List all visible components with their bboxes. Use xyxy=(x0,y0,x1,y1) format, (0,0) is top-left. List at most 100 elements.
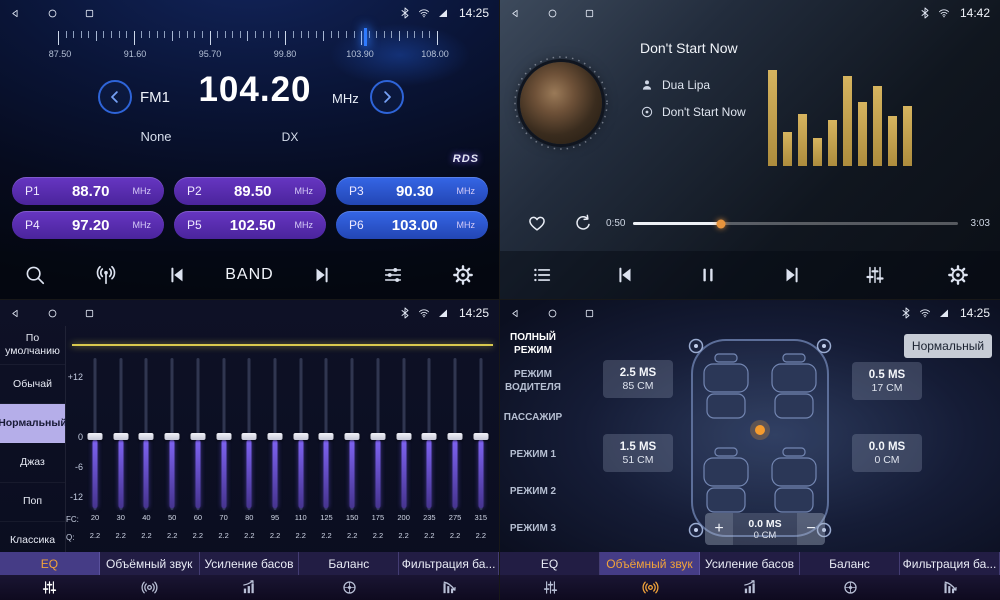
eq-sliders-icon[interactable] xyxy=(852,256,898,294)
preset-p5[interactable]: P5 102.50 MHz xyxy=(174,211,326,239)
mode-1[interactable]: РЕЖИМ 1 xyxy=(500,437,566,474)
pause-icon[interactable] xyxy=(685,256,731,294)
delay-rear-right[interactable]: 0.0 MS 0 CM xyxy=(852,434,922,472)
delay-front-left[interactable]: 2.5 MS 85 CM xyxy=(603,360,673,398)
preset-p3[interactable]: P3 90.30 MHz xyxy=(336,177,488,205)
filter-icon[interactable] xyxy=(399,575,499,600)
eq-icon[interactable] xyxy=(500,575,600,600)
preset-p4[interactable]: P4 97.20 MHz xyxy=(12,211,164,239)
eq-band-slider[interactable] xyxy=(86,358,104,510)
eq-preset-custom[interactable]: Обычай xyxy=(0,365,65,404)
eq-icon[interactable] xyxy=(0,575,100,600)
balance-icon[interactable] xyxy=(800,575,900,600)
eq-band-slider[interactable] xyxy=(317,358,335,510)
gear-icon[interactable] xyxy=(440,256,486,294)
eq-band-slider[interactable] xyxy=(395,358,413,510)
eq-band-slider[interactable] xyxy=(240,358,258,510)
prev-icon[interactable] xyxy=(154,256,200,294)
eq-fc-value: 20 xyxy=(86,513,104,522)
eq-band-slider[interactable] xyxy=(343,358,361,510)
tab-balance[interactable]: Баланс xyxy=(299,552,399,575)
back-icon[interactable] xyxy=(510,8,521,19)
tab-surround[interactable]: Объёмный звук xyxy=(600,552,700,575)
tab-surround[interactable]: Объёмный звук xyxy=(100,552,200,575)
progress-knob[interactable] xyxy=(716,219,725,228)
tab-balance[interactable]: Баланс xyxy=(800,552,900,575)
mode-2[interactable]: РЕЖИМ 2 xyxy=(500,474,566,511)
bass-boost-icon[interactable] xyxy=(200,575,300,600)
eq-preset-pop[interactable]: Поп xyxy=(0,483,65,522)
eq-preset-default[interactable]: По умолчанию xyxy=(0,326,65,365)
eq-band-slider[interactable] xyxy=(446,358,464,510)
eq-q-value: 2.2 xyxy=(317,531,335,540)
bluetooth-icon xyxy=(399,7,411,19)
tab-filter[interactable]: Фильтрация ба... xyxy=(900,552,1000,575)
repeat-icon[interactable] xyxy=(570,210,596,236)
eq-preset-jazz[interactable]: Джаз xyxy=(0,443,65,482)
back-icon[interactable] xyxy=(510,308,521,319)
home-icon[interactable] xyxy=(547,8,558,19)
next-frequency-button[interactable] xyxy=(370,80,404,114)
tab-eq[interactable]: EQ xyxy=(500,552,600,575)
heart-icon[interactable] xyxy=(524,210,550,236)
recents-icon[interactable] xyxy=(584,8,595,19)
back-icon[interactable] xyxy=(10,308,21,319)
progress-bar[interactable] xyxy=(633,222,958,225)
eq-band-slider[interactable] xyxy=(292,358,310,510)
gear-icon[interactable] xyxy=(935,256,981,294)
band-button[interactable]: BAND xyxy=(225,256,273,294)
eq-band-slider[interactable] xyxy=(420,358,438,510)
eq-band-slider[interactable] xyxy=(189,358,207,510)
mode-passenger[interactable]: ПАССАЖИР xyxy=(500,400,566,437)
tab-bass-boost[interactable]: Усиление басов xyxy=(200,552,300,575)
playlist-icon[interactable] xyxy=(519,256,565,294)
back-icon[interactable] xyxy=(10,8,21,19)
next-icon[interactable] xyxy=(769,256,815,294)
preset-p6[interactable]: P6 103.00 MHz xyxy=(336,211,488,239)
increase-button[interactable]: + xyxy=(705,513,733,545)
listener-position-dot[interactable] xyxy=(755,425,765,435)
broadcast-icon[interactable] xyxy=(83,256,129,294)
search-icon[interactable] xyxy=(12,256,58,294)
home-icon[interactable] xyxy=(47,8,58,19)
profile-button[interactable]: Нормальный xyxy=(904,334,992,358)
eq-band-slider[interactable] xyxy=(137,358,155,510)
status-bar: 14:25 xyxy=(0,0,499,26)
preset-p1[interactable]: P1 88.70 MHz xyxy=(12,177,164,205)
surround-speaker-icon[interactable] xyxy=(100,575,200,600)
prev-icon[interactable] xyxy=(602,256,648,294)
clock: 14:42 xyxy=(960,6,990,20)
eq-band-slider[interactable] xyxy=(266,358,284,510)
recents-icon[interactable] xyxy=(584,308,595,319)
delay-front-right[interactable]: 0.5 MS 17 CM xyxy=(852,362,922,400)
surround-speaker-icon[interactable] xyxy=(600,575,700,600)
tune-icon[interactable] xyxy=(370,256,416,294)
home-icon[interactable] xyxy=(547,308,558,319)
prev-frequency-button[interactable] xyxy=(98,80,132,114)
eq-band-slider[interactable] xyxy=(163,358,181,510)
decrease-button[interactable]: − xyxy=(797,513,825,545)
recents-icon[interactable] xyxy=(84,8,95,19)
mode-driver[interactable]: РЕЖИМ ВОДИТЕЛЯ xyxy=(500,363,566,400)
eq-preset-normal[interactable]: Нормальный xyxy=(0,404,65,443)
mode-full[interactable]: ПОЛНЫЙ РЕЖИМ xyxy=(500,326,566,363)
eq-band-slider[interactable] xyxy=(472,358,490,510)
eq-band-slider[interactable] xyxy=(369,358,387,510)
next-icon[interactable] xyxy=(299,256,345,294)
home-icon[interactable] xyxy=(47,308,58,319)
ruler-label: 108.00 xyxy=(410,49,460,59)
delay-rear-left[interactable]: 1.5 MS 51 CM xyxy=(603,434,673,472)
eq-band-slider[interactable] xyxy=(215,358,233,510)
tab-bass-boost[interactable]: Усиление басов xyxy=(700,552,800,575)
eq-band-slider[interactable] xyxy=(112,358,130,510)
bass-boost-icon[interactable] xyxy=(700,575,800,600)
recents-icon[interactable] xyxy=(84,308,95,319)
mode-3[interactable]: РЕЖИМ 3 xyxy=(500,511,566,548)
tab-eq[interactable]: EQ xyxy=(0,552,100,575)
balance-icon[interactable] xyxy=(299,575,399,600)
spectrum-bar xyxy=(798,114,807,166)
tab-filter[interactable]: Фильтрация ба... xyxy=(399,552,499,575)
filter-icon[interactable] xyxy=(900,575,1000,600)
preset-p2[interactable]: P2 89.50 MHz xyxy=(174,177,326,205)
frequency-ruler[interactable]: 87.50 91.60 95.70 99.80 103.90 108.00 xyxy=(0,28,500,66)
